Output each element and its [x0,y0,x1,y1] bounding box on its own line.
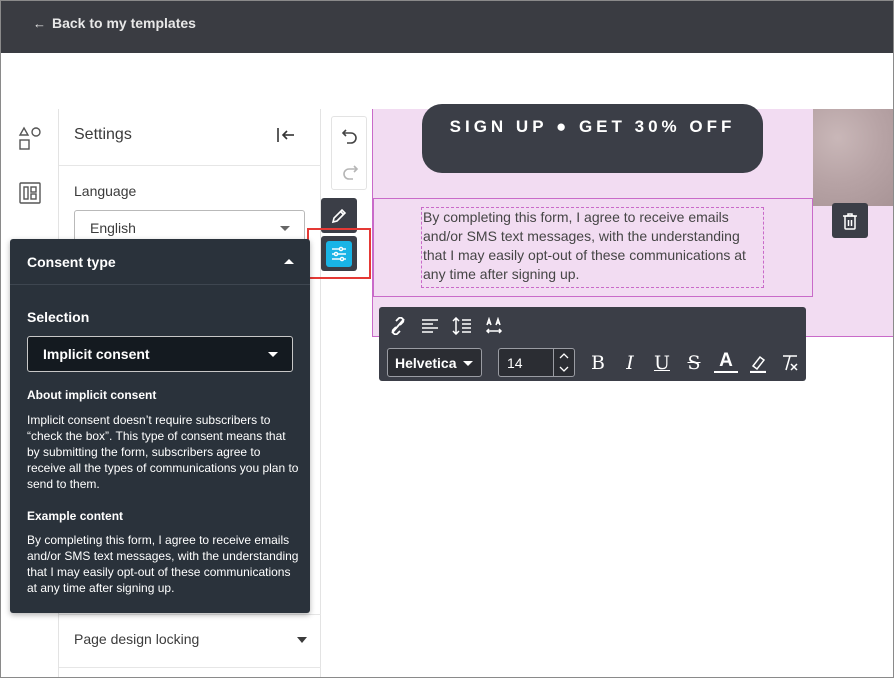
consent-selection-dropdown[interactable]: Implicit consent [27,336,293,372]
text-format-toolbar: Helvetica 14 B I U S A [379,307,806,381]
letter-spacing-icon[interactable] [483,315,505,337]
arrow-left-icon: ← [33,15,46,31]
text-color-button[interactable]: A [714,350,738,373]
italic-button[interactable]: I [618,351,642,375]
line-height-icon[interactable] [451,315,473,337]
collapse-panel-icon[interactable] [275,125,297,145]
example-text: By completing this form, I agree to rece… [27,533,299,595]
consent-type-header[interactable]: Consent type [10,239,310,285]
background-image [813,109,893,206]
back-to-templates-link[interactable]: ← Back to my templates [33,15,196,31]
history-controls [331,116,367,190]
chevron-down-icon[interactable] [297,637,307,643]
page-design-locking-section[interactable]: Page design locking [74,631,199,647]
editor-window: ← Back to my templates Settings Language… [0,0,894,678]
layout-blocks-icon[interactable] [18,181,42,205]
language-label: Language [74,183,137,199]
font-size-value: 14 [507,355,523,371]
unlink-icon[interactable] [387,315,409,337]
chevron-up-icon [284,259,294,264]
example-heading: Example content [27,509,124,523]
underline-button[interactable]: U [650,351,674,375]
consent-type-panel: Consent type Selection Implicit consent … [10,239,310,613]
divider [59,667,321,668]
highlight-color-button[interactable] [746,351,770,375]
signup-cta-button[interactable]: SIGN UP ● GET 30% OFF [422,104,763,173]
consent-selection-value: Implicit consent [43,346,150,362]
delete-block-button[interactable] [832,203,868,238]
shapes-icon[interactable] [18,126,42,150]
sliders-icon [326,240,352,267]
block-settings-button[interactable] [321,236,357,271]
consent-text[interactable]: By completing this form, I agree to rece… [421,207,764,288]
divider [59,165,321,166]
selection-label: Selection [27,309,90,325]
about-heading: About implicit consent [27,388,157,402]
align-left-icon[interactable] [419,315,441,337]
font-family-value: Helvetica [395,355,457,371]
back-link-label: Back to my templates [52,15,196,31]
divider [59,614,321,615]
undo-button[interactable] [339,124,361,146]
language-value: English [90,220,136,236]
settings-title: Settings [74,126,132,143]
top-bar: ← Back to my templates [1,1,893,53]
chevron-down-icon [268,352,278,357]
about-text: Implicit consent doesn’t require subscri… [27,413,299,491]
bold-button[interactable]: B [586,351,610,375]
strikethrough-button[interactable]: S [682,351,706,375]
consent-type-title: Consent type [27,254,116,270]
font-size-stepper[interactable] [553,349,574,376]
chevron-down-icon [280,226,290,231]
font-family-select[interactable]: Helvetica [387,348,482,377]
redo-button[interactable] [339,160,361,182]
chevron-down-icon [463,361,473,366]
clear-format-button[interactable] [778,351,802,375]
